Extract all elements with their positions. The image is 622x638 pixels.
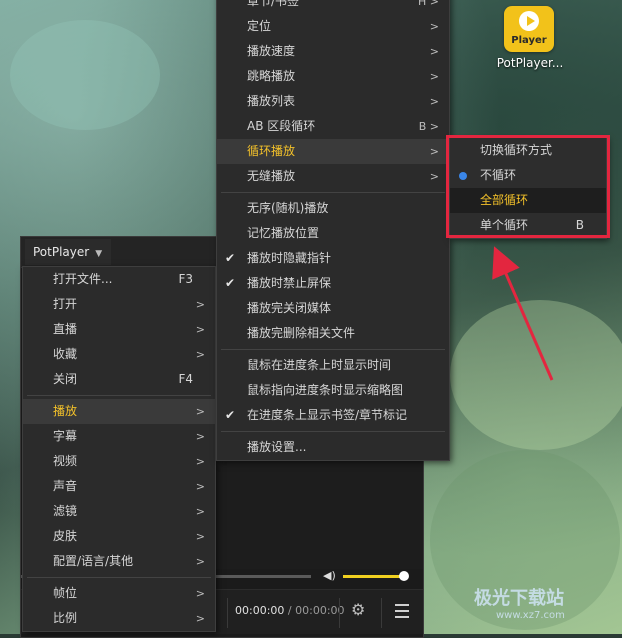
watermark-url: www.xz7.com: [496, 610, 565, 621]
annotation-arrow: [492, 246, 554, 381]
watermark-title: 极光下载站: [474, 588, 564, 609]
watermark: 极光下载站 www.xz7.com: [474, 584, 565, 621]
